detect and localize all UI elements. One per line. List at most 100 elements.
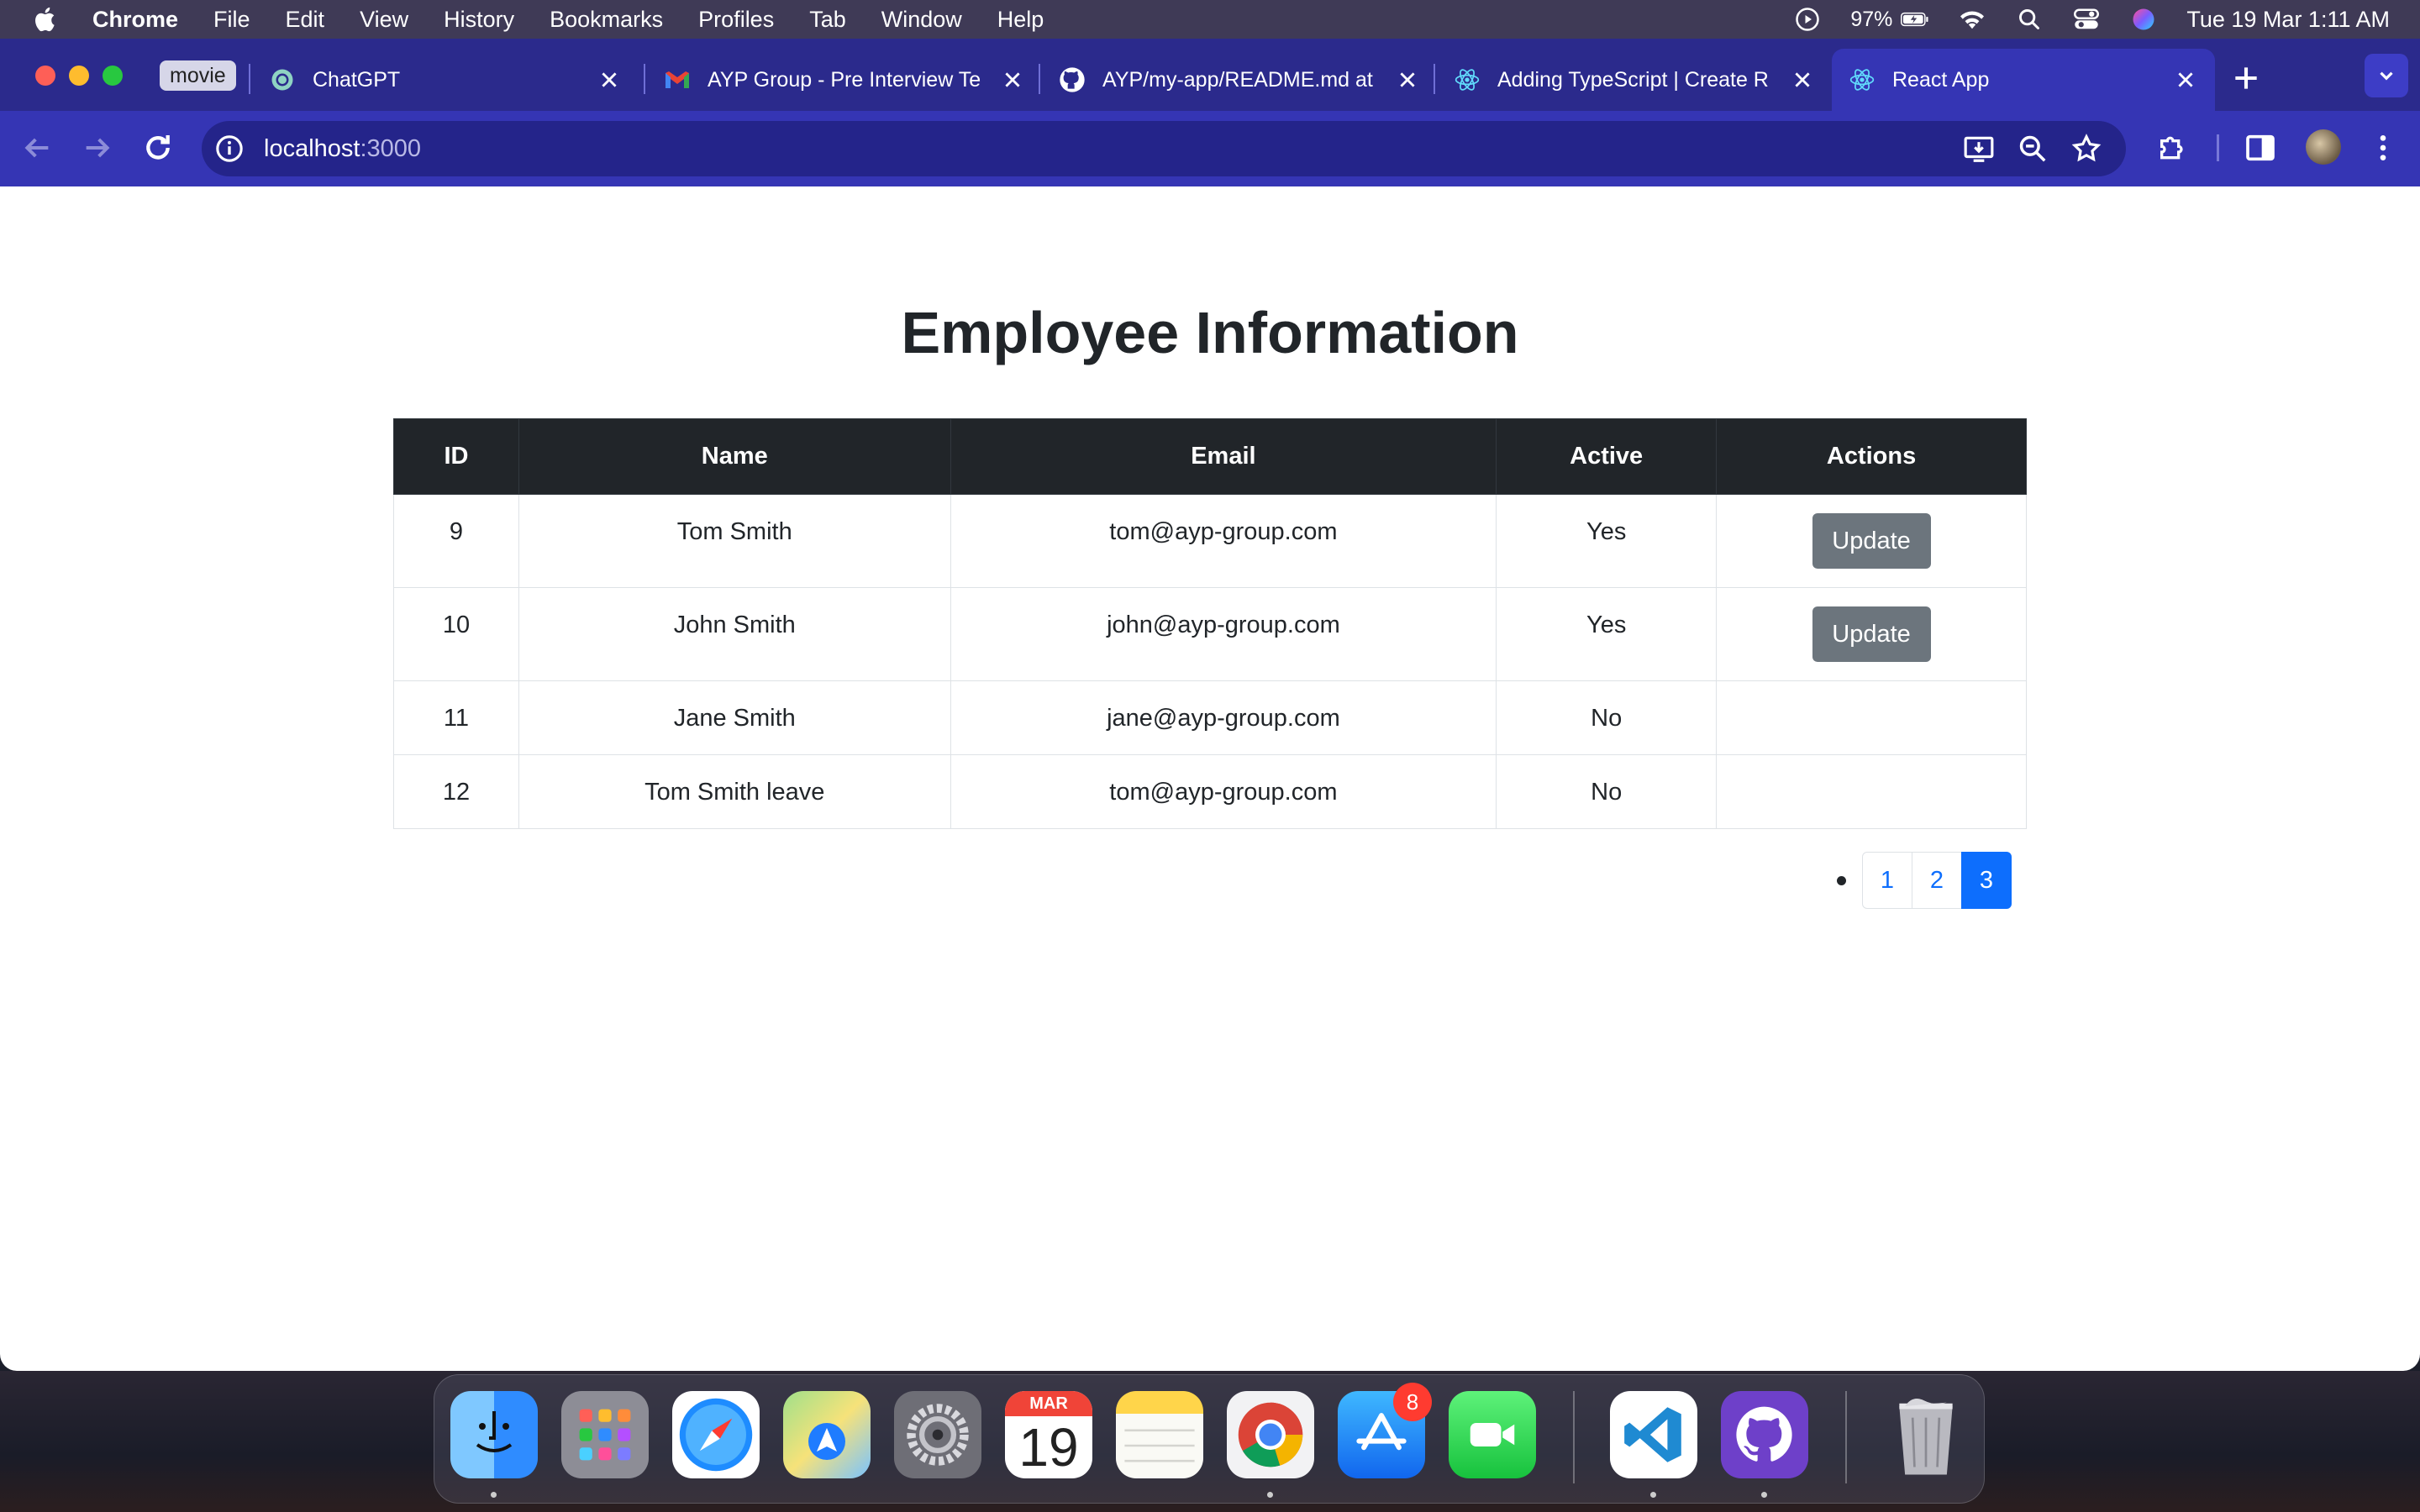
install-app-icon[interactable] xyxy=(1963,133,1995,165)
menu-tab[interactable]: Tab xyxy=(809,7,846,33)
bookmark-star-icon[interactable] xyxy=(2070,133,2102,165)
page-link-3-current[interactable]: 3 xyxy=(1961,852,2012,909)
cell-active: No xyxy=(1496,754,1718,829)
tab-react-app-active[interactable]: React App xyxy=(1832,49,2215,111)
running-indicator xyxy=(1761,1492,1767,1498)
menu-view[interactable]: View xyxy=(360,7,408,33)
tab-search-button[interactable] xyxy=(2365,54,2408,97)
page-title: Employee Information xyxy=(901,300,1519,365)
facetime-icon[interactable] xyxy=(1449,1391,1536,1478)
calendar-day: 19 xyxy=(1018,1417,1079,1478)
chrome-icon[interactable] xyxy=(1227,1391,1314,1478)
gmail-icon xyxy=(664,66,691,93)
trash-icon[interactable] xyxy=(1882,1391,1970,1478)
cell-active: No xyxy=(1496,680,1718,755)
cell-id: 12 xyxy=(393,754,519,829)
zoom-icon[interactable] xyxy=(2017,133,2049,165)
tab-create-react-app[interactable]: Adding TypeScript | Create R xyxy=(1437,49,1832,111)
github-icon xyxy=(1059,66,1086,93)
tab-close-icon[interactable] xyxy=(1791,69,1813,91)
calendar-icon[interactable]: MAR 19 xyxy=(1005,1391,1092,1478)
pagination: 1 2 3 xyxy=(1837,852,2012,909)
launchpad-icon[interactable] xyxy=(561,1391,649,1478)
tab-close-icon[interactable] xyxy=(598,69,620,91)
page-viewport: Employee Information ID Name Email Activ… xyxy=(0,186,2420,1371)
tab-group-chip[interactable]: movie xyxy=(160,60,236,91)
chevron-down-icon xyxy=(2380,71,2393,81)
menu-help[interactable]: Help xyxy=(997,7,1044,33)
apple-logo-icon[interactable] xyxy=(32,5,60,34)
tab-github[interactable]: AYP/my-app/README.md at xyxy=(1042,49,1437,111)
tab-gmail[interactable]: AYP Group - Pre Interview Te xyxy=(647,49,1042,111)
reload-icon[interactable] xyxy=(141,131,175,165)
dock-separator xyxy=(1845,1391,1847,1483)
cell-actions: Update xyxy=(1716,587,2027,681)
profile-avatar[interactable] xyxy=(2306,129,2341,165)
siri-icon[interactable] xyxy=(2129,7,2158,32)
cell-email: john@ayp-group.com xyxy=(950,587,1497,681)
cell-email: tom@ayp-group.com xyxy=(950,754,1497,829)
control-center-icon[interactable] xyxy=(2072,7,2101,32)
menu-clock[interactable]: Tue 19 Mar 1:11 AM xyxy=(2186,7,2390,33)
toolbar-separator xyxy=(2217,134,2219,161)
safari-icon[interactable] xyxy=(672,1391,760,1478)
finder-icon[interactable] xyxy=(450,1391,538,1478)
new-tab-plus-icon[interactable] xyxy=(2230,62,2262,94)
window-fullscreen-button[interactable] xyxy=(103,66,123,86)
battery-icon[interactable] xyxy=(1901,7,1929,32)
page-link-1[interactable]: 1 xyxy=(1862,852,1912,909)
menu-bookmarks[interactable]: Bookmarks xyxy=(550,7,663,33)
system-settings-gear-icon[interactable] xyxy=(894,1391,981,1478)
running-indicator xyxy=(1267,1492,1273,1498)
menu-file[interactable]: File xyxy=(213,7,250,33)
tab-close-icon[interactable] xyxy=(1002,69,1023,91)
vscode-icon[interactable] xyxy=(1610,1391,1697,1478)
window-minimize-button[interactable] xyxy=(69,66,89,86)
tab-separator xyxy=(1039,64,1040,94)
employee-table: ID Name Email Active Actions 9 Tom Smith… xyxy=(393,418,2027,829)
cell-id: 9 xyxy=(393,494,519,588)
tab-close-icon[interactable] xyxy=(1397,69,1418,91)
cell-email: jane@ayp-group.com xyxy=(950,680,1497,755)
kebab-menu-icon[interactable] xyxy=(2366,131,2400,165)
now-playing-icon[interactable] xyxy=(1793,7,1822,32)
maps-icon[interactable] xyxy=(783,1391,871,1478)
github-desktop-icon[interactable] xyxy=(1721,1391,1808,1478)
menu-app-name[interactable]: Chrome xyxy=(92,7,178,33)
macos-menu-bar: Chrome File Edit View History Bookmarks … xyxy=(0,0,2420,39)
wifi-icon[interactable] xyxy=(1958,7,1986,32)
menu-edit[interactable]: Edit xyxy=(286,7,325,33)
tab-separator xyxy=(644,64,645,94)
update-button[interactable]: Update xyxy=(1812,606,1931,662)
site-info-icon[interactable] xyxy=(215,134,244,163)
update-button[interactable]: Update xyxy=(1812,513,1931,569)
spotlight-search-icon[interactable] xyxy=(2015,7,2044,32)
cell-active: Yes xyxy=(1496,494,1718,588)
cell-actions: Update xyxy=(1716,494,2027,588)
tab-separator xyxy=(1434,64,1435,94)
tab-separator xyxy=(249,64,250,94)
forward-arrow-icon[interactable] xyxy=(81,131,114,165)
window-close-button[interactable] xyxy=(35,66,55,86)
tab-title: ChatGPT xyxy=(313,67,401,92)
cell-actions xyxy=(1716,680,2027,755)
react-icon xyxy=(1454,66,1481,93)
app-store-badge: 8 xyxy=(1393,1383,1432,1421)
cell-actions xyxy=(1716,754,2027,829)
address-host: localhost xyxy=(264,134,360,162)
table-row: 11 Jane Smith jane@ayp-group.com No xyxy=(393,680,2027,755)
address-bar[interactable]: localhost:3000 xyxy=(202,121,2126,176)
page-link-2[interactable]: 2 xyxy=(1912,852,1962,909)
tab-chatgpt[interactable]: ChatGPT xyxy=(252,49,639,111)
menu-history[interactable]: History xyxy=(444,7,514,33)
extensions-puzzle-icon[interactable] xyxy=(2156,131,2190,165)
side-panel-icon[interactable] xyxy=(2244,131,2277,165)
running-indicator xyxy=(491,1492,497,1498)
menu-profiles[interactable]: Profiles xyxy=(698,7,774,33)
address-port: :3000 xyxy=(360,134,422,162)
notes-icon[interactable] xyxy=(1116,1391,1203,1478)
tab-close-icon[interactable] xyxy=(2175,69,2196,91)
back-arrow-icon[interactable] xyxy=(20,131,54,165)
openai-icon xyxy=(269,66,296,93)
menu-window[interactable]: Window xyxy=(881,7,962,33)
